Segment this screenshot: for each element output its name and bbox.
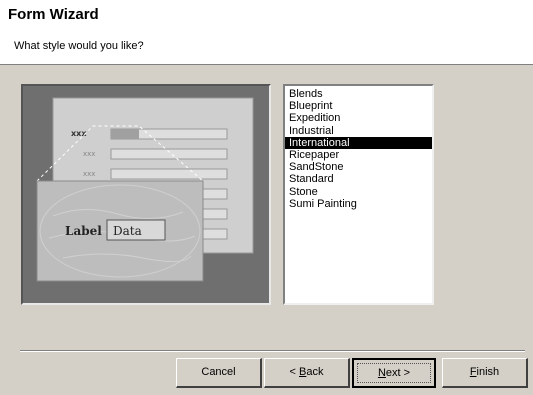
finish-button-hotkey: F xyxy=(469,366,477,378)
finish-button-label: inish xyxy=(476,366,500,378)
preview-label-text: Label xyxy=(65,224,102,238)
style-list-item[interactable]: Sumi Painting xyxy=(285,198,432,210)
cancel-button[interactable]: Cancel xyxy=(176,358,262,388)
style-prompt: What style would you like? xyxy=(14,40,144,52)
wizard-header: Form Wizard What style would you like? xyxy=(0,0,533,65)
style-list-item-selected[interactable]: International xyxy=(285,136,432,149)
style-list-item[interactable]: Standard xyxy=(285,173,432,185)
style-list-item[interactable]: Ricepaper xyxy=(285,149,432,161)
style-list-item[interactable]: Stone xyxy=(285,186,432,198)
finish-button[interactable]: Finish xyxy=(442,358,528,388)
style-preview-image: xxx xxx xxx Label Data xyxy=(36,97,254,282)
preview-field-box xyxy=(110,148,228,160)
style-list-item[interactable]: SandStone xyxy=(285,161,432,173)
preview-data-text: Data xyxy=(113,224,142,238)
preview-field-highlight xyxy=(111,129,139,139)
style-preview: xxx xxx xxx Label Data xyxy=(21,84,271,305)
next-button[interactable]: Next > xyxy=(352,358,436,388)
next-button-label: ext > xyxy=(385,367,411,379)
style-list-item[interactable]: Expedition xyxy=(285,112,432,124)
cancel-button-label: Cancel xyxy=(201,366,236,378)
button-divider xyxy=(20,350,525,352)
back-button[interactable]: < Back xyxy=(264,358,350,388)
style-list-item[interactable]: Blends xyxy=(285,88,432,100)
back-button-prefix: < xyxy=(289,366,299,378)
style-list[interactable]: Blends Blueprint Expedition Industrial I… xyxy=(283,84,434,305)
next-button-hotkey: N xyxy=(377,367,386,379)
back-button-label: ack xyxy=(306,366,324,378)
form-wizard-dialog: Form Wizard What style would you like? x… xyxy=(0,0,533,395)
preview-field-box xyxy=(110,168,228,180)
style-list-item[interactable]: Blueprint xyxy=(285,100,432,112)
dialog-title: Form Wizard xyxy=(8,6,99,23)
preview-field-label: xxx xyxy=(83,150,95,158)
preview-field-label: xxx xyxy=(83,170,95,178)
next-button-focus: Next > xyxy=(357,363,431,383)
style-list-item[interactable]: Industrial xyxy=(285,125,432,137)
